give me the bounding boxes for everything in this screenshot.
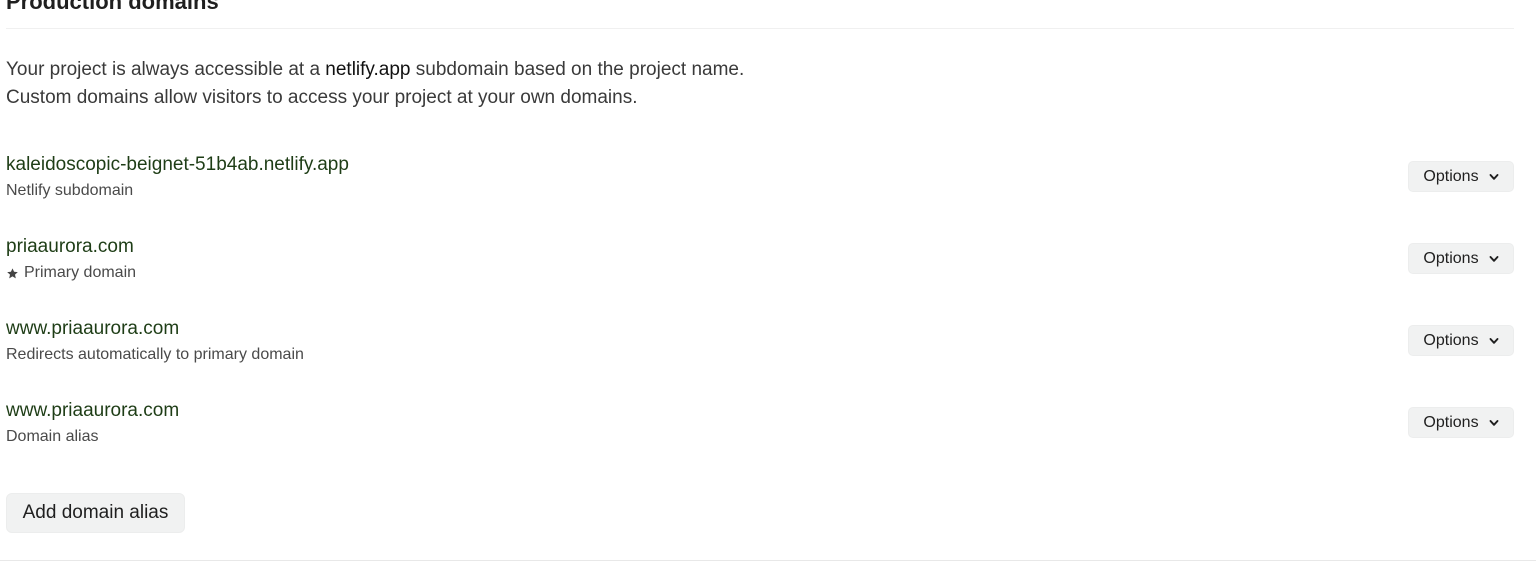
options-label: Options [1423,167,1479,185]
star-icon [7,267,18,278]
section-title: Production domains [6,0,219,14]
chevron-down-icon [1489,255,1499,262]
domain-link[interactable]: www.priaaurora.com [6,317,179,341]
domain-row-redirect: www.priaaurora.com Redirects automatical… [6,317,1514,377]
domain-row-primary: priaaurora.com Primary domain Options [6,235,1514,295]
chevron-down-icon [1489,337,1499,344]
add-domain-alias-button[interactable]: Add domain alias [6,493,185,533]
intro-line-2: Custom domains allow visitors to access … [6,87,638,108]
domain-description-text: Primary domain [24,264,137,281]
netlify-app-label: netlify.app [325,59,411,80]
chevron-down-icon [1489,419,1499,426]
domain-description: Domain alias [6,427,98,447]
intro-text: Your project is always accessible at a n… [6,56,744,112]
options-button[interactable]: Options [1408,407,1514,438]
domain-description: Primary domain [6,263,136,283]
domain-row-netlify-subdomain: kaleidoscopic-beignet-51b4ab.netlify.app… [6,153,1514,213]
options-button[interactable]: Options [1408,325,1514,356]
intro-line-1: Your project is always accessible at a n… [6,56,744,84]
divider [6,28,1514,29]
domain-description-text: Netlify subdomain [6,182,134,199]
options-label: Options [1423,331,1479,349]
intro-line-1-start: Your project is always accessible at a [6,59,326,80]
domain-row-alias: www.priaaurora.com Domain alias Options [6,399,1514,459]
chevron-down-icon [1489,173,1499,180]
options-label: Options [1423,413,1479,431]
domain-link[interactable]: www.priaaurora.com [6,399,179,423]
domain-link[interactable]: kaleidoscopic-beignet-51b4ab.netlify.app [6,153,349,177]
production-domains-panel: Production domains Your project is alway… [0,0,1536,562]
options-button[interactable]: Options [1408,161,1514,192]
options-button[interactable]: Options [1408,243,1514,274]
domain-link[interactable]: priaaurora.com [6,235,134,259]
domain-description-text: Redirects automatically to primary domai… [6,346,304,363]
divider [0,560,1536,561]
options-label: Options [1423,249,1479,267]
domain-description-text: Domain alias [6,428,99,445]
domain-description: Netlify subdomain [6,181,133,201]
intro-line-1-end: subdomain based on the project name. [410,59,745,80]
domain-description: Redirects automatically to primary domai… [6,345,304,365]
